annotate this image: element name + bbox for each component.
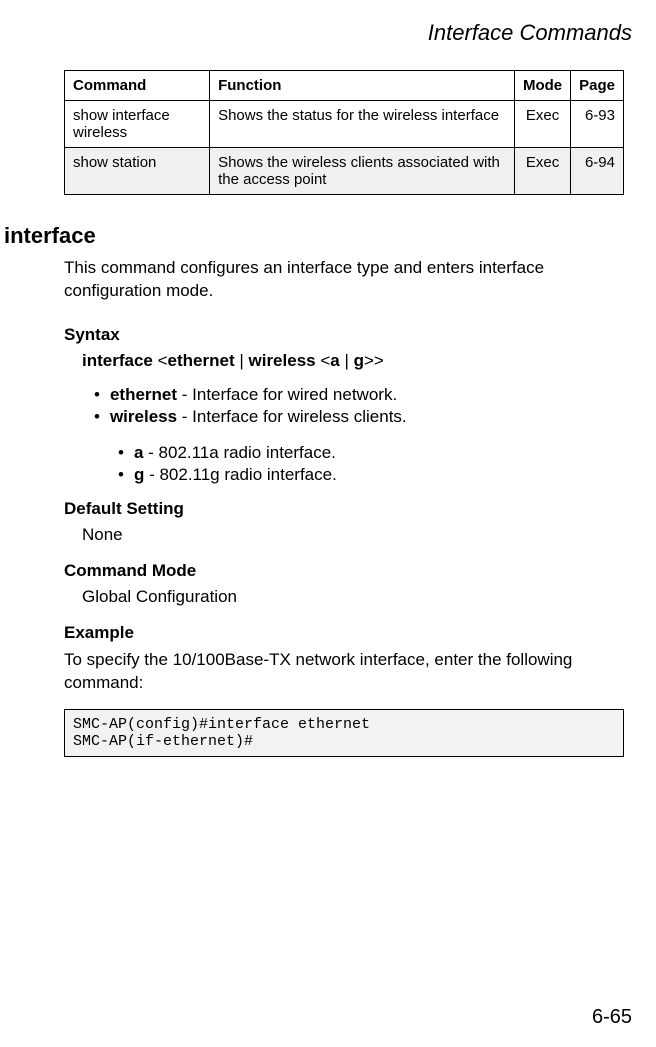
param-name: a — [134, 443, 143, 462]
col-page: Page — [571, 71, 624, 101]
param-name: g — [134, 465, 144, 484]
cell-page: 6-93 — [571, 101, 624, 148]
command-mode-value: Global Configuration — [82, 587, 624, 607]
syntax-kw-wireless: wireless — [249, 351, 316, 370]
syntax-pipe2: | — [340, 351, 354, 370]
syntax-gt: >> — [364, 351, 384, 370]
syntax-kw-a: a — [330, 351, 339, 370]
page-header-title: Interface Commands — [0, 20, 632, 46]
cell-command: show station — [65, 148, 210, 195]
param-desc: - 802.11g radio interface. — [144, 465, 336, 484]
col-command: Command — [65, 71, 210, 101]
col-function: Function — [210, 71, 515, 101]
table-header-row: Command Function Mode Page — [65, 71, 624, 101]
table-row: show interface wireless Shows the status… — [65, 101, 624, 148]
syntax-label: Syntax — [64, 325, 624, 345]
param-list: ethernet - Interface for wired network. … — [94, 385, 624, 427]
section-heading: interface — [4, 223, 632, 249]
default-setting-label: Default Setting — [64, 499, 624, 519]
syntax-lt2: < — [316, 351, 331, 370]
section-body: This command configures an interface typ… — [64, 257, 624, 757]
command-mode-label: Command Mode — [64, 561, 624, 581]
syntax-kw-interface: interface — [82, 351, 153, 370]
syntax-kw-ethernet: ethernet — [168, 351, 235, 370]
param-desc: - Interface for wireless clients. — [177, 407, 407, 426]
col-mode: Mode — [514, 71, 570, 101]
syntax-line: interface <ethernet | wireless <a | g>> — [82, 351, 624, 371]
syntax-pipe1: | — [235, 351, 249, 370]
param-name: wireless — [110, 407, 177, 426]
cell-function: Shows the wireless clients associated wi… — [210, 148, 515, 195]
list-item: wireless - Interface for wireless client… — [94, 407, 624, 427]
param-name: ethernet — [110, 385, 177, 404]
section-description: This command configures an interface typ… — [64, 257, 624, 303]
command-table: Command Function Mode Page show interfac… — [64, 70, 624, 195]
list-item: ethernet - Interface for wired network. — [94, 385, 624, 405]
table-row: show station Shows the wireless clients … — [65, 148, 624, 195]
example-label: Example — [64, 623, 624, 643]
cell-page: 6-94 — [571, 148, 624, 195]
example-description: To specify the 10/100Base-TX network int… — [64, 649, 624, 695]
syntax-kw-g: g — [354, 351, 364, 370]
syntax-lt1: < — [158, 351, 168, 370]
cell-command: show interface wireless — [65, 101, 210, 148]
list-item: g - 802.11g radio interface. — [118, 465, 624, 485]
param-sublist: a - 802.11a radio interface. g - 802.11g… — [118, 443, 624, 485]
document-page: Interface Commands Command Function Mode… — [0, 0, 656, 1047]
cell-mode: Exec — [514, 148, 570, 195]
default-setting-value: None — [82, 525, 624, 545]
list-item: a - 802.11a radio interface. — [118, 443, 624, 463]
param-desc: - 802.11a radio interface. — [143, 443, 335, 462]
param-desc: - Interface for wired network. — [177, 385, 397, 404]
example-code-block: SMC-AP(config)#interface ethernet SMC-AP… — [64, 709, 624, 757]
cell-function: Shows the status for the wireless interf… — [210, 101, 515, 148]
page-number: 6-65 — [592, 1006, 632, 1029]
cell-mode: Exec — [514, 101, 570, 148]
